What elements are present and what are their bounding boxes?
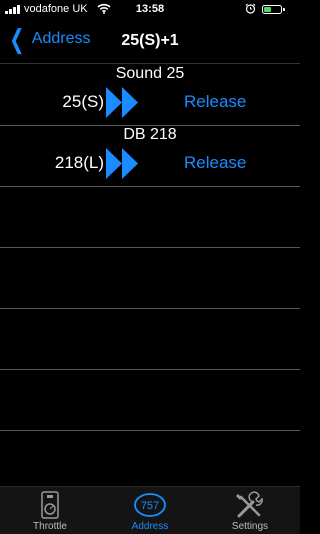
tab-address-label: Address bbox=[131, 521, 169, 532]
loco-address: 25(S) bbox=[62, 92, 104, 111]
navigation-bar: ❮ Address 25(S)+1 bbox=[0, 20, 300, 64]
address-badge-text: 757 bbox=[141, 500, 159, 512]
battery-icon bbox=[262, 5, 282, 14]
empty-row bbox=[0, 369, 300, 431]
throttle-icon bbox=[41, 491, 59, 519]
tab-throttle[interactable]: Throttle bbox=[0, 487, 100, 534]
loco-name: DB 218 bbox=[123, 126, 177, 143]
loco-row: Sound 25 25(S) Release bbox=[0, 64, 300, 126]
tab-settings-label: Settings bbox=[231, 521, 269, 532]
loco-row: DB 218 218(L) Release bbox=[0, 125, 300, 187]
release-button[interactable]: Release bbox=[184, 92, 246, 112]
tab-bar: Throttle 757 Address Settings bbox=[0, 486, 300, 534]
fast-forward-icon[interactable] bbox=[106, 86, 139, 119]
address-badge-icon: 757 bbox=[134, 493, 166, 517]
status-bar: vodafone UK 13:58 bbox=[0, 0, 300, 20]
tab-address[interactable]: 757 Address bbox=[100, 487, 200, 534]
loco-name: Sound 25 bbox=[115, 65, 185, 82]
loco-address: 218(L) bbox=[54, 153, 104, 172]
empty-row bbox=[0, 186, 300, 248]
empty-row bbox=[0, 247, 300, 309]
page-title: 25(S)+1 bbox=[121, 32, 179, 49]
tab-throttle-label: Throttle bbox=[33, 521, 67, 532]
battery-nub bbox=[283, 8, 285, 11]
empty-row bbox=[0, 308, 300, 370]
release-button[interactable]: Release bbox=[184, 153, 246, 173]
tab-settings[interactable]: Settings bbox=[200, 487, 300, 534]
alarm-icon bbox=[245, 3, 256, 17]
tools-icon bbox=[236, 491, 263, 518]
fast-forward-icon[interactable] bbox=[106, 147, 139, 180]
